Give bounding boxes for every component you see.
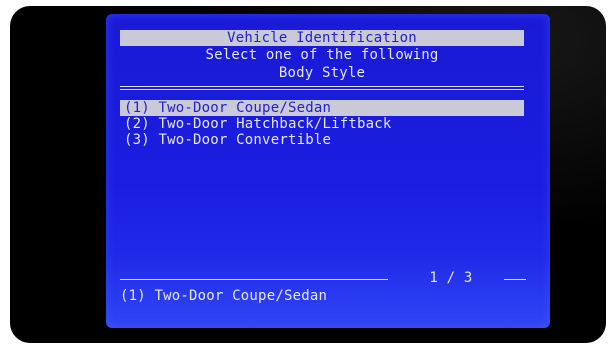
lcd-screen: Vehicle Identification Select one of the… (106, 14, 550, 328)
screen-header: Vehicle Identification Select one of the… (120, 30, 524, 86)
option-two-door-coupe-sedan[interactable]: (1) Two-Door Coupe/Sedan (120, 100, 524, 116)
option-list: (1) Two-Door Coupe/Sedan (2) Two-Door Ha… (120, 100, 524, 148)
footer-divider (504, 279, 526, 280)
instruction-text: Select one of the following (205, 47, 439, 63)
selected-option-status: (1) Two-Door Coupe/Sedan (120, 288, 328, 304)
option-two-door-convertible[interactable]: (3) Two-Door Convertible (120, 132, 524, 148)
header-divider (120, 89, 524, 90)
header-divider (120, 86, 524, 87)
device-bezel: Vehicle Identification Select one of the… (10, 6, 606, 343)
option-two-door-hatchback-liftback[interactable]: (2) Two-Door Hatchback/Liftback (120, 116, 524, 132)
footer-divider (120, 279, 388, 280)
page-indicator: 1 / 3 (429, 270, 473, 286)
category-label: Body Style (278, 65, 366, 81)
screen-title: Vehicle Identification (227, 30, 417, 46)
